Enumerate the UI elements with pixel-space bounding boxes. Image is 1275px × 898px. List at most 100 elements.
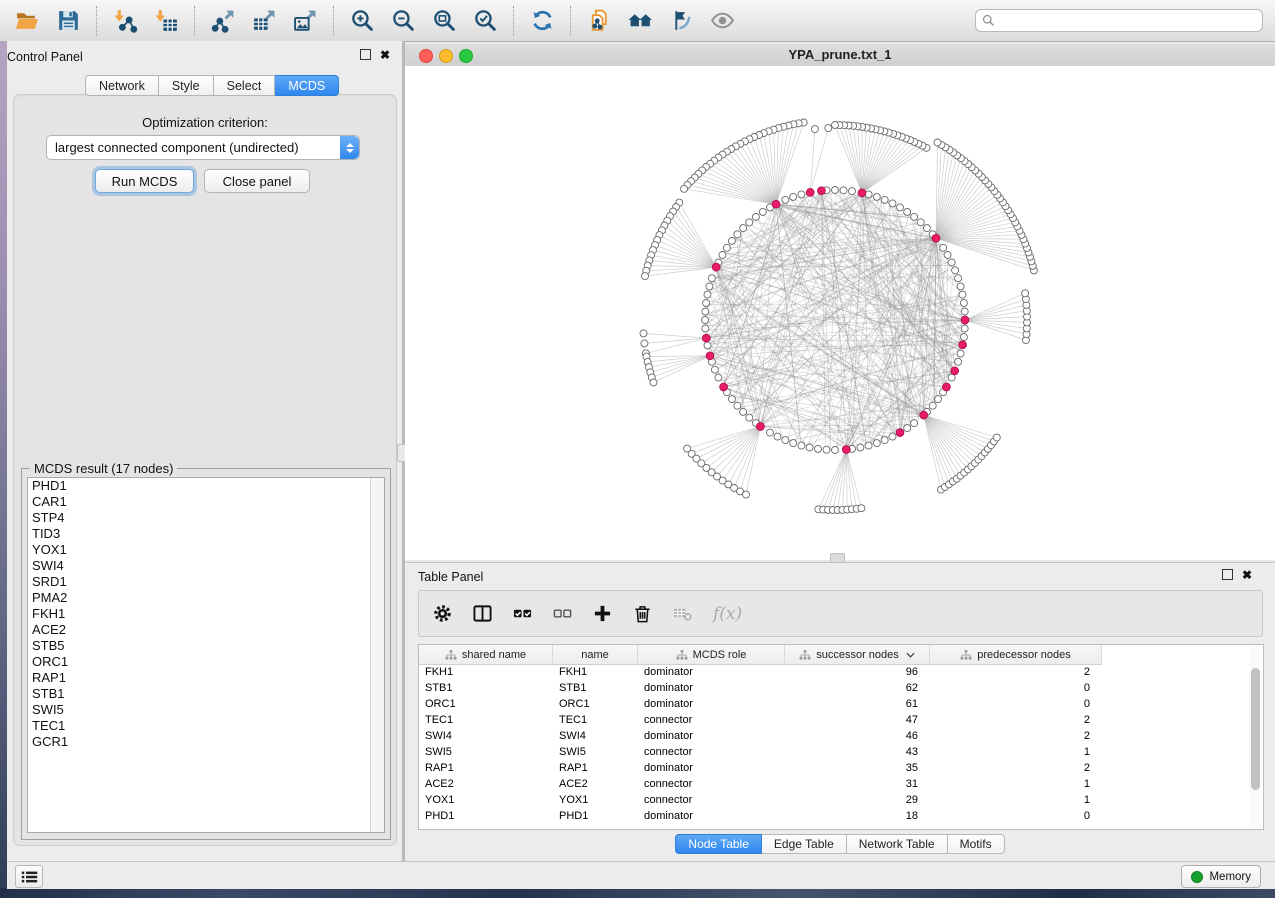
table-row[interactable]: TEC1TEC1connector472 xyxy=(419,712,1102,728)
close-panel-icon[interactable]: ✖ xyxy=(380,50,390,60)
network-node[interactable] xyxy=(767,429,774,436)
mcds-result-item[interactable]: CAR1 xyxy=(28,494,384,510)
network-node[interactable] xyxy=(774,433,781,440)
network-node[interactable] xyxy=(904,425,911,432)
network-node[interactable] xyxy=(944,252,951,259)
network-node[interactable] xyxy=(857,444,864,451)
mcds-result-list[interactable]: PHD1CAR1STP4TID3YOX1SWI4SRD1PMA2FKH1ACE2… xyxy=(27,477,385,833)
network-node[interactable] xyxy=(889,433,896,440)
table-scrollbar-thumb[interactable] xyxy=(1251,668,1260,790)
memory-button[interactable]: Memory xyxy=(1181,865,1261,888)
network-node[interactable] xyxy=(681,185,688,192)
network-node[interactable] xyxy=(897,204,904,211)
network-view-canvas[interactable] xyxy=(405,66,1275,560)
mcds-result-item[interactable]: TEC1 xyxy=(28,718,384,734)
network-node[interactable] xyxy=(881,196,888,203)
close-panel-button[interactable]: Close panel xyxy=(204,169,310,193)
network-node[interactable] xyxy=(702,317,709,324)
dominator-node[interactable] xyxy=(858,189,866,197)
mcds-result-item[interactable]: SWI4 xyxy=(28,558,384,574)
network-node[interactable] xyxy=(929,402,936,409)
show-annotations-icon[interactable] xyxy=(709,7,736,34)
float-panel-icon[interactable] xyxy=(360,49,371,60)
search-input[interactable] xyxy=(995,11,1262,30)
network-node[interactable] xyxy=(740,225,747,232)
task-history-button[interactable] xyxy=(15,865,43,888)
mcds-result-item[interactable]: STB1 xyxy=(28,686,384,702)
network-node[interactable] xyxy=(746,414,753,421)
network-node[interactable] xyxy=(811,126,818,133)
network-node[interactable] xyxy=(798,442,805,449)
network-node[interactable] xyxy=(832,187,839,194)
network-node[interactable] xyxy=(959,291,966,298)
network-node[interactable] xyxy=(911,420,918,427)
dominator-node[interactable] xyxy=(842,446,850,454)
network-node[interactable] xyxy=(935,396,942,403)
network-node[interactable] xyxy=(823,446,830,453)
network-node[interactable] xyxy=(961,308,968,315)
tab-network[interactable]: Network xyxy=(85,75,159,96)
table-row[interactable]: RAP1RAP1dominator352 xyxy=(419,760,1102,776)
network-node[interactable] xyxy=(706,283,713,290)
network-node[interactable] xyxy=(728,237,735,244)
mcds-result-item[interactable]: SWI5 xyxy=(28,702,384,718)
deselect-all-icon[interactable] xyxy=(553,604,572,623)
network-node[interactable] xyxy=(723,244,730,251)
network-node[interactable] xyxy=(952,267,959,274)
dominator-node[interactable] xyxy=(706,352,714,360)
mcds-result-item[interactable]: STB5 xyxy=(28,638,384,654)
network-node[interactable] xyxy=(865,442,872,449)
network-node[interactable] xyxy=(957,350,964,357)
zoom-fit-icon[interactable] xyxy=(431,7,458,34)
column-header-shared-name[interactable]: shared name xyxy=(419,645,553,664)
network-node[interactable] xyxy=(815,445,822,452)
mcds-result-item[interactable]: YOX1 xyxy=(28,542,384,558)
network-node[interactable] xyxy=(917,219,924,226)
show-all-networks-icon[interactable] xyxy=(627,7,654,34)
network-node[interactable] xyxy=(881,437,888,444)
network-node[interactable] xyxy=(825,125,832,132)
network-node[interactable] xyxy=(993,434,1000,441)
network-node[interactable] xyxy=(923,225,930,232)
mcds-result-item[interactable]: GCR1 xyxy=(28,734,384,750)
mcds-result-item[interactable]: ORC1 xyxy=(28,654,384,670)
save-session-icon[interactable] xyxy=(55,7,82,34)
tab-network-table[interactable]: Network Table xyxy=(847,834,948,854)
network-node[interactable] xyxy=(961,325,968,332)
network-node[interactable] xyxy=(873,193,880,200)
gear-icon[interactable] xyxy=(433,604,452,623)
export-image-icon[interactable] xyxy=(292,7,319,34)
network-node[interactable] xyxy=(711,366,718,373)
tab-mcds[interactable]: MCDS xyxy=(275,75,339,96)
network-node[interactable] xyxy=(759,208,766,215)
network-node[interactable] xyxy=(955,275,962,282)
network-node[interactable] xyxy=(1022,290,1029,297)
network-node[interactable] xyxy=(873,440,880,447)
export-table-icon[interactable] xyxy=(251,7,278,34)
network-node[interactable] xyxy=(889,200,896,207)
network-node[interactable] xyxy=(704,291,711,298)
network-graph[interactable] xyxy=(405,66,1275,560)
zoom-in-icon[interactable] xyxy=(349,7,376,34)
run-mcds-button[interactable]: Run MCDS xyxy=(95,169,194,193)
zoom-out-icon[interactable] xyxy=(390,7,417,34)
dominator-node[interactable] xyxy=(757,423,765,431)
network-node[interactable] xyxy=(948,259,955,266)
network-node[interactable] xyxy=(715,374,722,381)
column-header-successor-nodes[interactable]: successor nodes xyxy=(785,645,930,664)
network-node[interactable] xyxy=(704,342,711,349)
tab-style[interactable]: Style xyxy=(159,75,214,96)
close-table-panel-icon[interactable]: ✖ xyxy=(1242,570,1252,580)
dominator-node[interactable] xyxy=(818,187,826,195)
network-node[interactable] xyxy=(746,219,753,226)
network-node[interactable] xyxy=(719,252,726,259)
network-node[interactable] xyxy=(734,231,741,238)
mcds-result-item[interactable]: TID3 xyxy=(28,526,384,542)
zoom-selected-icon[interactable] xyxy=(472,7,499,34)
network-node[interactable] xyxy=(840,187,847,194)
network-node[interactable] xyxy=(740,408,747,415)
network-node[interactable] xyxy=(782,196,789,203)
network-node[interactable] xyxy=(960,334,967,341)
dominator-node[interactable] xyxy=(772,200,780,208)
search-box[interactable] xyxy=(975,9,1263,32)
